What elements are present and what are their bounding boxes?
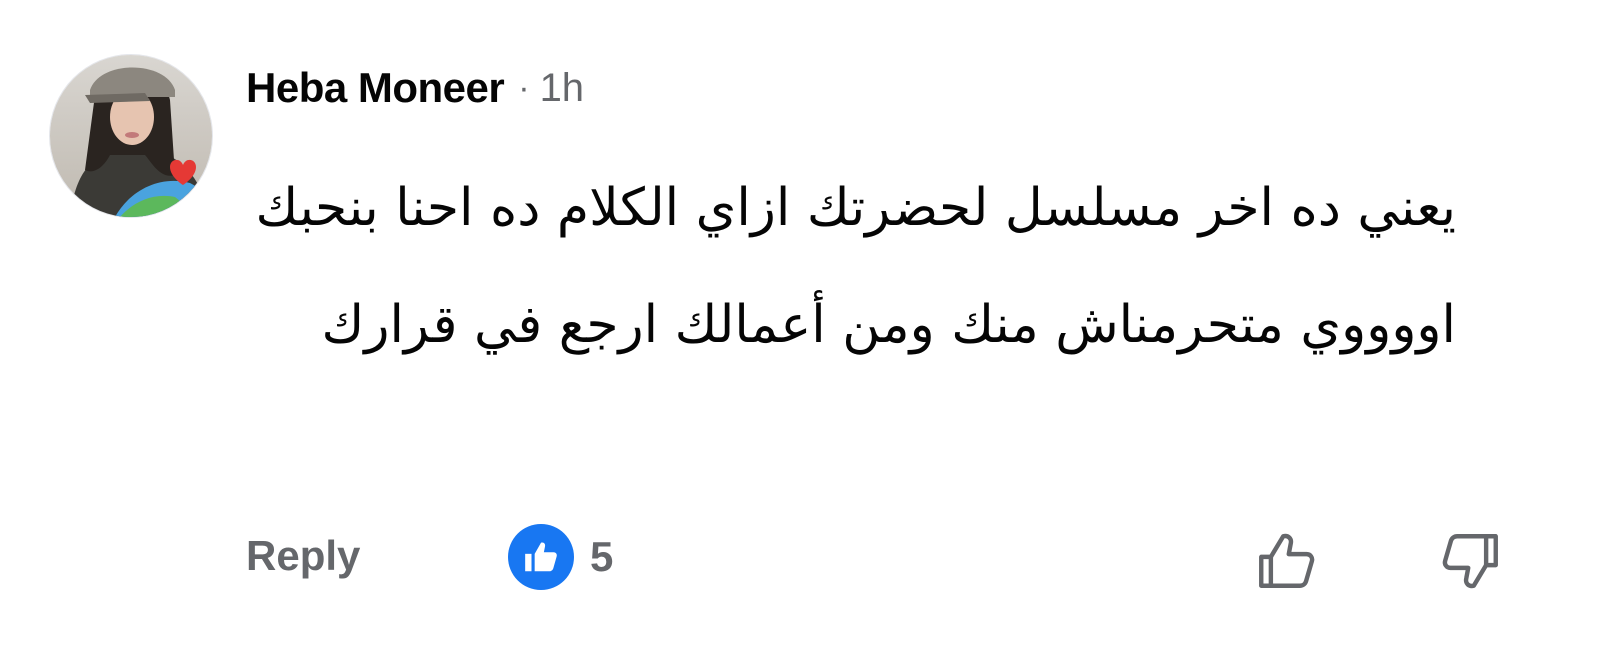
comment-text: يعني ده اخر مسلسل لحضرتك ازاي الكلام ده …: [246, 150, 1456, 384]
separator-dot: ·: [518, 68, 530, 107]
reply-button[interactable]: Reply: [246, 532, 360, 580]
thumbs-down-outline-icon: [1442, 534, 1498, 589]
comment-actions: Reply 5: [246, 520, 1506, 600]
reaction-count: 5: [590, 533, 614, 580]
avatar-photo: [50, 55, 212, 217]
author-name[interactable]: Heba Moneer: [246, 64, 505, 112]
comment: Heba Moneer · 1h يعني ده اخر مسلسل لحضرت…: [0, 0, 1600, 658]
timestamp[interactable]: 1h: [540, 66, 585, 111]
reaction-summary[interactable]: 5: [508, 524, 613, 590]
upvote-button[interactable]: [1251, 526, 1321, 596]
like-icon: [508, 524, 574, 590]
comment-text-content: يعني ده اخر مسلسل لحضرتك ازاي الكلام ده …: [255, 178, 1456, 355]
downvote-button[interactable]: [1436, 526, 1506, 596]
avatar[interactable]: [50, 55, 212, 217]
thumbs-up-outline-icon: [1259, 533, 1315, 588]
comment-header: Heba Moneer · 1h: [246, 58, 584, 118]
